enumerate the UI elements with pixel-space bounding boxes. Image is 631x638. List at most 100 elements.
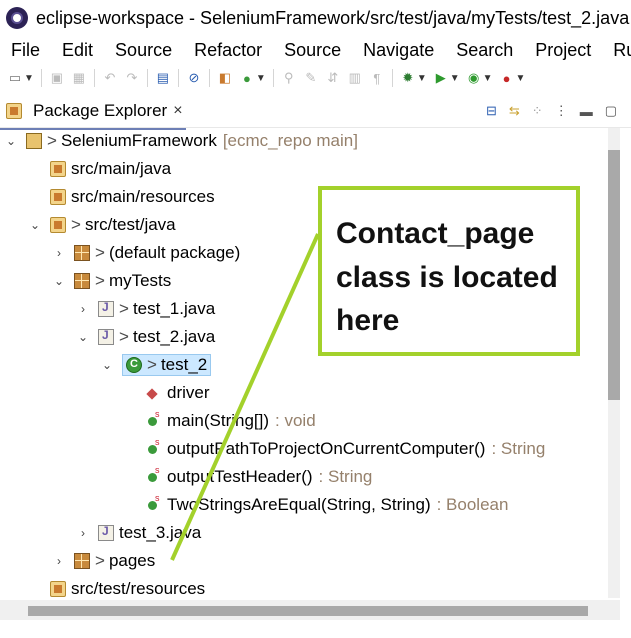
menu-source[interactable]: Source xyxy=(104,40,183,61)
tree-item-field-driver[interactable]: driver xyxy=(124,380,210,406)
view-menu-icon[interactable]: ⋮ xyxy=(555,103,568,119)
tree-item-label: src/test/resources xyxy=(71,579,206,598)
external-tools-icon[interactable]: ● xyxy=(499,70,515,86)
menu-navigate[interactable]: Navigate xyxy=(352,40,445,61)
open-type-icon[interactable]: ◧ xyxy=(217,70,233,86)
tree-item-project[interactable]: ⌄ > SeleniumFramework [ecmc_repo main] xyxy=(4,128,358,154)
tree-item-pages[interactable]: › > pages xyxy=(52,548,155,574)
git-dirty-marker: > xyxy=(95,271,105,290)
link-with-editor-icon[interactable]: ⇆ xyxy=(509,103,520,119)
toolbar-separator xyxy=(40,69,42,87)
expanded-chevron-icon[interactable]: ⌄ xyxy=(4,134,18,148)
expanded-chevron-icon[interactable]: ⌄ xyxy=(28,218,42,232)
tree-item-src-test-java[interactable]: ⌄ > src/test/java xyxy=(28,212,176,238)
git-dirty-marker: > xyxy=(119,327,129,346)
method-icon xyxy=(148,465,160,483)
toggle-mark-icon[interactable]: ▥ xyxy=(347,70,363,86)
close-icon[interactable]: × xyxy=(173,102,182,120)
collapsed-chevron-icon[interactable]: › xyxy=(76,526,90,540)
menu-run[interactable]: Run xyxy=(602,40,631,61)
git-dirty-marker: > xyxy=(95,551,105,570)
git-dirty-marker: > xyxy=(47,131,57,150)
tree-item-label: (default package) xyxy=(108,243,241,262)
tree-item-test-3-java[interactable]: › test_3.java xyxy=(76,520,201,546)
run-icon[interactable]: ▶ xyxy=(433,70,449,86)
expanded-chevron-icon[interactable]: ⌄ xyxy=(100,358,114,372)
expanded-chevron-icon[interactable]: ⌄ xyxy=(52,274,66,288)
new-class-dropdown-chevron-icon[interactable]: ▼ xyxy=(256,73,266,84)
vertical-scrollbar-thumb[interactable] xyxy=(608,150,620,400)
source-folder-icon xyxy=(50,189,66,205)
pin-icon[interactable]: ⚲ xyxy=(281,70,297,86)
menu-project[interactable]: Project xyxy=(524,40,602,61)
coverage-dropdown-chevron-icon[interactable]: ▼ xyxy=(483,73,493,84)
main-toolbar: ▭ ▼ ▣ ▦ ↶ ↷ ▤ ⊘ ◧ ● ▼ ⚲ ✎ ⇵ ▥ ¶ ✹ ▼ ▶ ▼ ◉ ▼ ●… xyxy=(0,64,631,92)
external-tools-dropdown-chevron-icon[interactable]: ▼ xyxy=(516,73,526,84)
coverage-icon[interactable]: ◉ xyxy=(466,70,482,86)
tree-item-method-main[interactable]: main(String[]) : void xyxy=(124,408,316,434)
package-icon xyxy=(74,273,90,289)
tree-item-label: src/main/resources xyxy=(71,187,215,206)
git-dirty-marker: > xyxy=(119,299,129,318)
tree-item-label: TwoStringsAreEqual(String, String) xyxy=(167,495,431,514)
menu-refactor[interactable]: Refactor xyxy=(183,40,273,61)
collapsed-chevron-icon[interactable]: › xyxy=(76,302,90,316)
menu-source-2[interactable]: Source xyxy=(273,40,352,61)
tree-item-label: src/main/java xyxy=(71,159,172,178)
horizontal-scrollbar-thumb[interactable] xyxy=(28,606,588,616)
console-icon[interactable]: ▤ xyxy=(155,70,171,86)
expanded-chevron-icon[interactable]: ⌄ xyxy=(76,330,90,344)
menu-file[interactable]: File xyxy=(0,40,51,61)
collapsed-chevron-icon[interactable]: › xyxy=(52,246,66,260)
minimize-icon[interactable]: ▬ xyxy=(580,104,593,119)
menu-bar: File Edit Source Refactor Source Navigat… xyxy=(0,36,631,64)
save-icon[interactable]: ▣ xyxy=(49,70,65,86)
next-annotation-icon[interactable]: ⇵ xyxy=(325,70,341,86)
tree-item-test-2-class[interactable]: ⌄ > test_2 xyxy=(100,352,212,378)
tree-item-label: test_2.java xyxy=(132,327,216,346)
java-file-icon xyxy=(98,300,114,317)
show-whitespace-icon[interactable]: ¶ xyxy=(369,70,385,86)
tree-item-src-main-resources[interactable]: src/main/resources xyxy=(28,184,215,210)
horizontal-scrollbar[interactable] xyxy=(0,600,620,620)
debug-icon[interactable]: ✹ xyxy=(400,70,416,86)
tab-package-explorer-label: Package Explorer xyxy=(33,101,168,120)
collapse-all-icon[interactable]: ⊟ xyxy=(486,103,497,119)
java-file-icon xyxy=(98,524,114,541)
package-icon xyxy=(74,553,90,569)
save-all-icon[interactable]: ▦ xyxy=(71,70,87,86)
tree-item-method-output-path[interactable]: outputPathToProjectOnCurrentComputer() :… xyxy=(124,436,545,462)
method-icon xyxy=(148,437,160,455)
tree-item-method-two-strings-are-equal[interactable]: TwoStringsAreEqual(String, String) : Boo… xyxy=(124,492,508,518)
new-dropdown-chevron-icon[interactable]: ▼ xyxy=(24,73,34,84)
filters-icon[interactable]: ⁘ xyxy=(532,103,543,119)
menu-edit[interactable]: Edit xyxy=(51,40,104,61)
tree-item-method-output-test-header[interactable]: outputTestHeader() : String xyxy=(124,464,372,490)
window-titlebar: eclipse-workspace - SeleniumFramework/sr… xyxy=(0,0,631,36)
tree-item-src-test-resources[interactable]: src/test/resources xyxy=(28,576,205,598)
tree-item-test-1-java[interactable]: › > test_1.java xyxy=(76,296,215,322)
tree-item-label: test_2 xyxy=(160,355,208,374)
annotation-icon[interactable]: ✎ xyxy=(303,70,319,86)
breakpoint-icon[interactable]: ⊘ xyxy=(186,70,202,86)
tree-item-label: outputPathToProjectOnCurrentComputer() xyxy=(167,439,486,458)
window-title: eclipse-workspace - SeleniumFramework/sr… xyxy=(36,7,630,28)
tree-item-default-package[interactable]: › > (default package) xyxy=(52,240,240,266)
new-icon[interactable]: ▭ xyxy=(7,70,23,86)
new-class-icon[interactable]: ● xyxy=(239,70,255,86)
run-dropdown-chevron-icon[interactable]: ▼ xyxy=(450,73,460,84)
tree-item-test-2-java[interactable]: ⌄ > test_2.java xyxy=(76,324,215,350)
undo-icon[interactable]: ↶ xyxy=(102,70,118,86)
project-icon xyxy=(26,133,42,149)
vertical-scrollbar[interactable] xyxy=(608,128,620,598)
tab-package-explorer[interactable]: Package Explorer × xyxy=(0,95,183,127)
menu-search[interactable]: Search xyxy=(445,40,524,61)
debug-dropdown-chevron-icon[interactable]: ▼ xyxy=(417,73,427,84)
tree-item-label: myTests xyxy=(108,271,172,290)
tree-item-mytests[interactable]: ⌄ > myTests xyxy=(52,268,171,294)
redo-icon[interactable]: ↷ xyxy=(124,70,140,86)
tree-item-src-main-java[interactable]: src/main/java xyxy=(28,156,171,182)
return-type-decoration: : String xyxy=(318,467,373,486)
collapsed-chevron-icon[interactable]: › xyxy=(52,554,66,568)
maximize-icon[interactable]: ▢ xyxy=(605,103,617,119)
